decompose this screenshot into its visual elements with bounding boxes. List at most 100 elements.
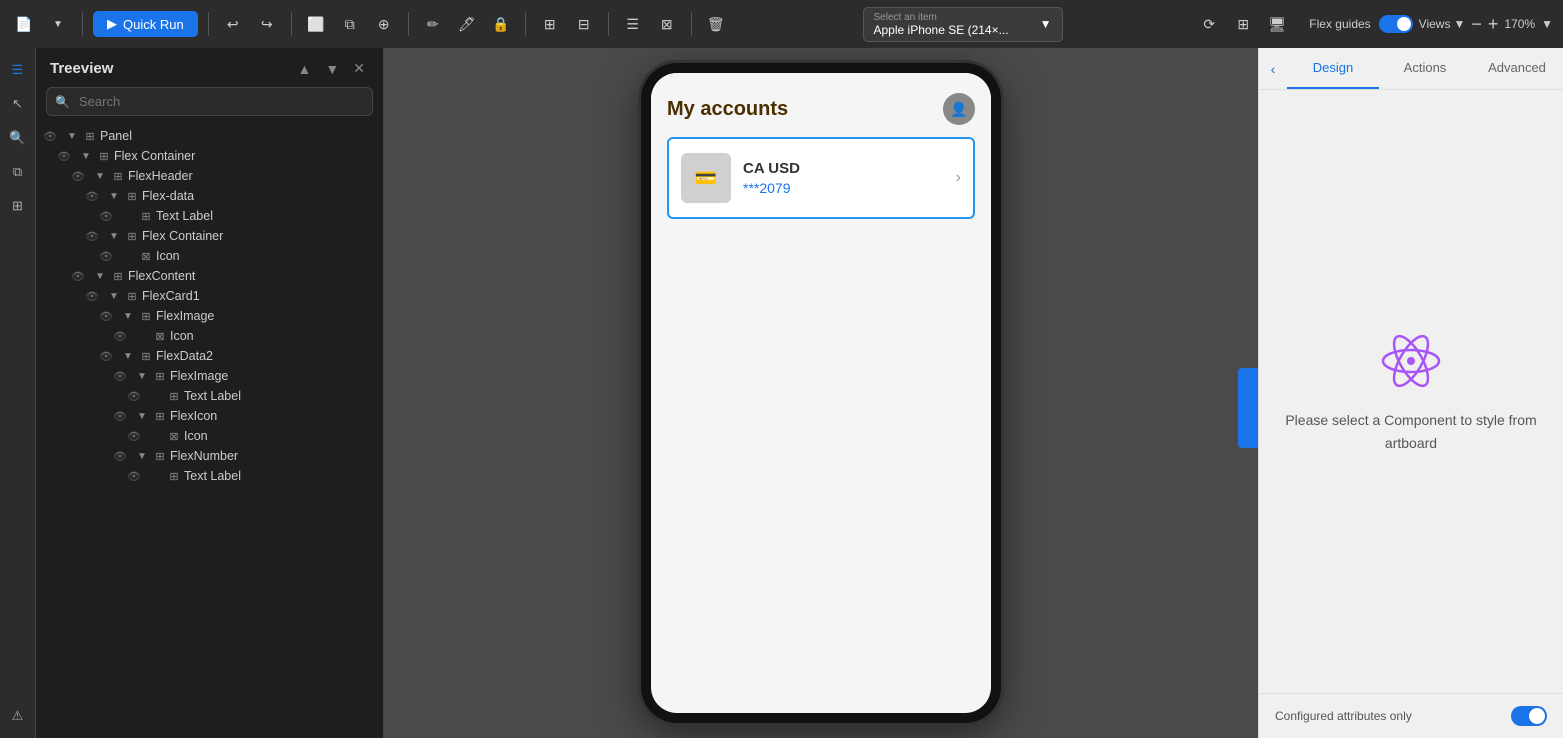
undo-icon[interactable]: ↩	[219, 10, 247, 38]
eye-icon-flexcard1[interactable]: 👁	[78, 290, 106, 303]
left-icon-grid[interactable]: ⊞	[4, 192, 32, 220]
quick-run-button[interactable]: ▶ Quick Run	[93, 11, 198, 37]
eye-icon-fleximage-1[interactable]: 👁	[92, 310, 120, 323]
layers-icon[interactable]: ⧉	[336, 10, 364, 38]
eye-icon-flexcontent[interactable]: 👁	[64, 270, 92, 283]
tab-design[interactable]: Design	[1287, 48, 1379, 89]
collapse-down-button[interactable]: ▼	[321, 58, 343, 79]
expand-flexcard1[interactable]: ▼	[106, 291, 122, 302]
search-input[interactable]	[46, 87, 373, 116]
tree-item-text-label-2[interactable]: 👁 ⊞ Text Label	[36, 386, 383, 406]
tree-item-icon-3[interactable]: 👁 ⊠ Icon	[36, 426, 383, 446]
tree-item-flexnumber[interactable]: 👁 ▼ ⊞ FlexNumber	[36, 446, 383, 466]
tree-item-text-label-3[interactable]: 👁 ⊞ Text Label	[36, 466, 383, 486]
tree-item-text-label-1[interactable]: 👁 ⊞ Text Label	[36, 206, 383, 226]
eye-icon-text-label-2[interactable]: 👁	[120, 390, 148, 403]
eye-icon-flexnumber[interactable]: 👁	[106, 450, 134, 463]
edit-icon[interactable]: ✏	[419, 10, 447, 38]
delete-icon[interactable]: 🗑	[702, 10, 730, 38]
eye-icon-icon-3[interactable]: 👁	[120, 430, 148, 443]
flex-guides-label: Flex guides	[1309, 17, 1370, 31]
tree-item-fleximage-2[interactable]: 👁 ▼ ⊞ FlexImage	[36, 366, 383, 386]
eye-icon-flexdata2[interactable]: 👁	[92, 350, 120, 363]
canvas-area[interactable]: My accounts 👤 💳 CA USD ***2079	[384, 48, 1258, 738]
panel-label: Panel	[100, 129, 132, 143]
close-tree-button[interactable]: ✕	[349, 58, 369, 79]
eye-icon-icon-1[interactable]: 👁	[92, 250, 120, 263]
tree-item-flexicon[interactable]: 👁 ▼ ⊞ FlexIcon	[36, 406, 383, 426]
expand-flex-container-2[interactable]: ▼	[106, 231, 122, 242]
dropdown-icon[interactable]: ▼	[44, 10, 72, 38]
left-icon-search[interactable]: 🔍	[4, 124, 32, 152]
tree-item-flex-container-2[interactable]: 👁 ▼ ⊞ Flex Container	[36, 226, 383, 246]
lock-icon[interactable]: 🔒	[487, 10, 515, 38]
eye-icon-flex-data[interactable]: 👁	[78, 190, 106, 203]
right-panel-back-arrow[interactable]: ‹	[1259, 48, 1287, 89]
expand-panel[interactable]: ▼	[64, 131, 80, 142]
tab-actions[interactable]: Actions	[1379, 48, 1471, 89]
collapse-up-button[interactable]: ▲	[294, 58, 316, 79]
view-icon1[interactable]: ⊞	[1229, 10, 1257, 38]
file-icon[interactable]: 📄	[10, 10, 38, 38]
device-name: Apple iPhone SE (214×...	[874, 23, 1034, 37]
tree-item-icon-2[interactable]: 👁 ⊠ Icon	[36, 326, 383, 346]
left-icon-layers[interactable]: ⧉	[4, 158, 32, 186]
account-card[interactable]: 💳 CA USD ***2079 ›	[669, 139, 973, 217]
tree-item-flex-container[interactable]: 👁 ▼ ⊞ Flex Container	[36, 146, 383, 166]
tree-item-flexcontent[interactable]: 👁 ▼ ⊞ FlexContent	[36, 266, 383, 286]
left-icon-tree[interactable]: ☰	[4, 56, 32, 84]
expand-fleximage-1[interactable]: ▼	[120, 311, 136, 322]
tree-item-fleximage-1[interactable]: 👁 ▼ ⊞ FlexImage	[36, 306, 383, 326]
grid-icon[interactable]: ⊞	[536, 10, 564, 38]
left-icon-cursor[interactable]: ↖	[4, 90, 32, 118]
tab-advanced[interactable]: Advanced	[1471, 48, 1563, 89]
layout-icon[interactable]: ☰	[619, 10, 647, 38]
tree-item-panel[interactable]: 👁 ▼ ⊞ Panel	[36, 126, 383, 146]
tree-item-icon-1[interactable]: 👁 ⊠ Icon	[36, 246, 383, 266]
left-sidebar-icons: ☰ ↖ 🔍 ⧉ ⊞ ⚠	[0, 48, 36, 738]
eye-icon-text-label-3[interactable]: 👁	[120, 470, 148, 483]
expand-flexdata2[interactable]: ▼	[120, 351, 136, 362]
zoom-minus-button[interactable]: −	[1471, 15, 1482, 33]
eye-icon-flex-container[interactable]: 👁	[50, 150, 78, 163]
pen-icon[interactable]: 🖊	[453, 10, 481, 38]
eye-icon-icon-2[interactable]: 👁	[106, 330, 134, 343]
eye-icon-text-label-1[interactable]: 👁	[92, 210, 120, 223]
card-container[interactable]: 💳 CA USD ***2079 ›	[667, 137, 975, 219]
redo-icon[interactable]: ↪	[253, 10, 281, 38]
views-button[interactable]: Views ▼	[1419, 17, 1466, 31]
configured-attributes-toggle[interactable]	[1511, 706, 1547, 726]
eye-icon-fleximage-2[interactable]: 👁	[106, 370, 134, 383]
refresh-icon[interactable]: ⟳	[1195, 10, 1223, 38]
eye-icon-panel[interactable]: 👁	[36, 130, 64, 143]
zoom-dropdown[interactable]: ▼	[1541, 17, 1553, 31]
grid2-icon[interactable]: ⊟	[570, 10, 598, 38]
flex-guides-toggle[interactable]	[1379, 15, 1413, 33]
eye-icon-flexheader[interactable]: 👁	[64, 170, 92, 183]
eye-icon-flex-container-2[interactable]: 👁	[78, 230, 106, 243]
expand-flexicon[interactable]: ▼	[134, 411, 150, 422]
eye-icon-flexicon[interactable]: 👁	[106, 410, 134, 423]
view-icon2[interactable]: 🖥	[1263, 10, 1291, 38]
component-icon[interactable]: ⊠	[653, 10, 681, 38]
expand-flex-container[interactable]: ▼	[78, 151, 94, 162]
tree-item-flexcard1[interactable]: 👁 ▼ ⊞ FlexCard1	[36, 286, 383, 306]
left-icon-warning[interactable]: ⚠	[4, 702, 32, 730]
search-box: 🔍	[46, 87, 373, 116]
expand-flex-data[interactable]: ▼	[106, 191, 122, 202]
copy-icon[interactable]: ⊕	[370, 10, 398, 38]
flex-container-2-icon: ⊞	[122, 230, 142, 243]
device-selector[interactable]: Select an item Apple iPhone SE (214×... …	[863, 7, 1063, 42]
frame-icon[interactable]: ⬜	[302, 10, 330, 38]
expand-flexnumber[interactable]: ▼	[134, 451, 150, 462]
flexheader-icon: ⊞	[108, 170, 128, 183]
tree-item-flexheader[interactable]: 👁 ▼ ⊞ FlexHeader	[36, 166, 383, 186]
flex-data-icon: ⊞	[122, 190, 142, 203]
expand-flexcontent[interactable]: ▼	[92, 271, 108, 282]
phone-screen: My accounts 👤 💳 CA USD ***2079	[651, 73, 991, 713]
expand-flexheader[interactable]: ▼	[92, 171, 108, 182]
zoom-plus-button[interactable]: +	[1488, 15, 1499, 33]
expand-fleximage-2[interactable]: ▼	[134, 371, 150, 382]
tree-item-flexdata2[interactable]: 👁 ▼ ⊞ FlexData2	[36, 346, 383, 366]
tree-item-flex-data[interactable]: 👁 ▼ ⊞ Flex-data	[36, 186, 383, 206]
